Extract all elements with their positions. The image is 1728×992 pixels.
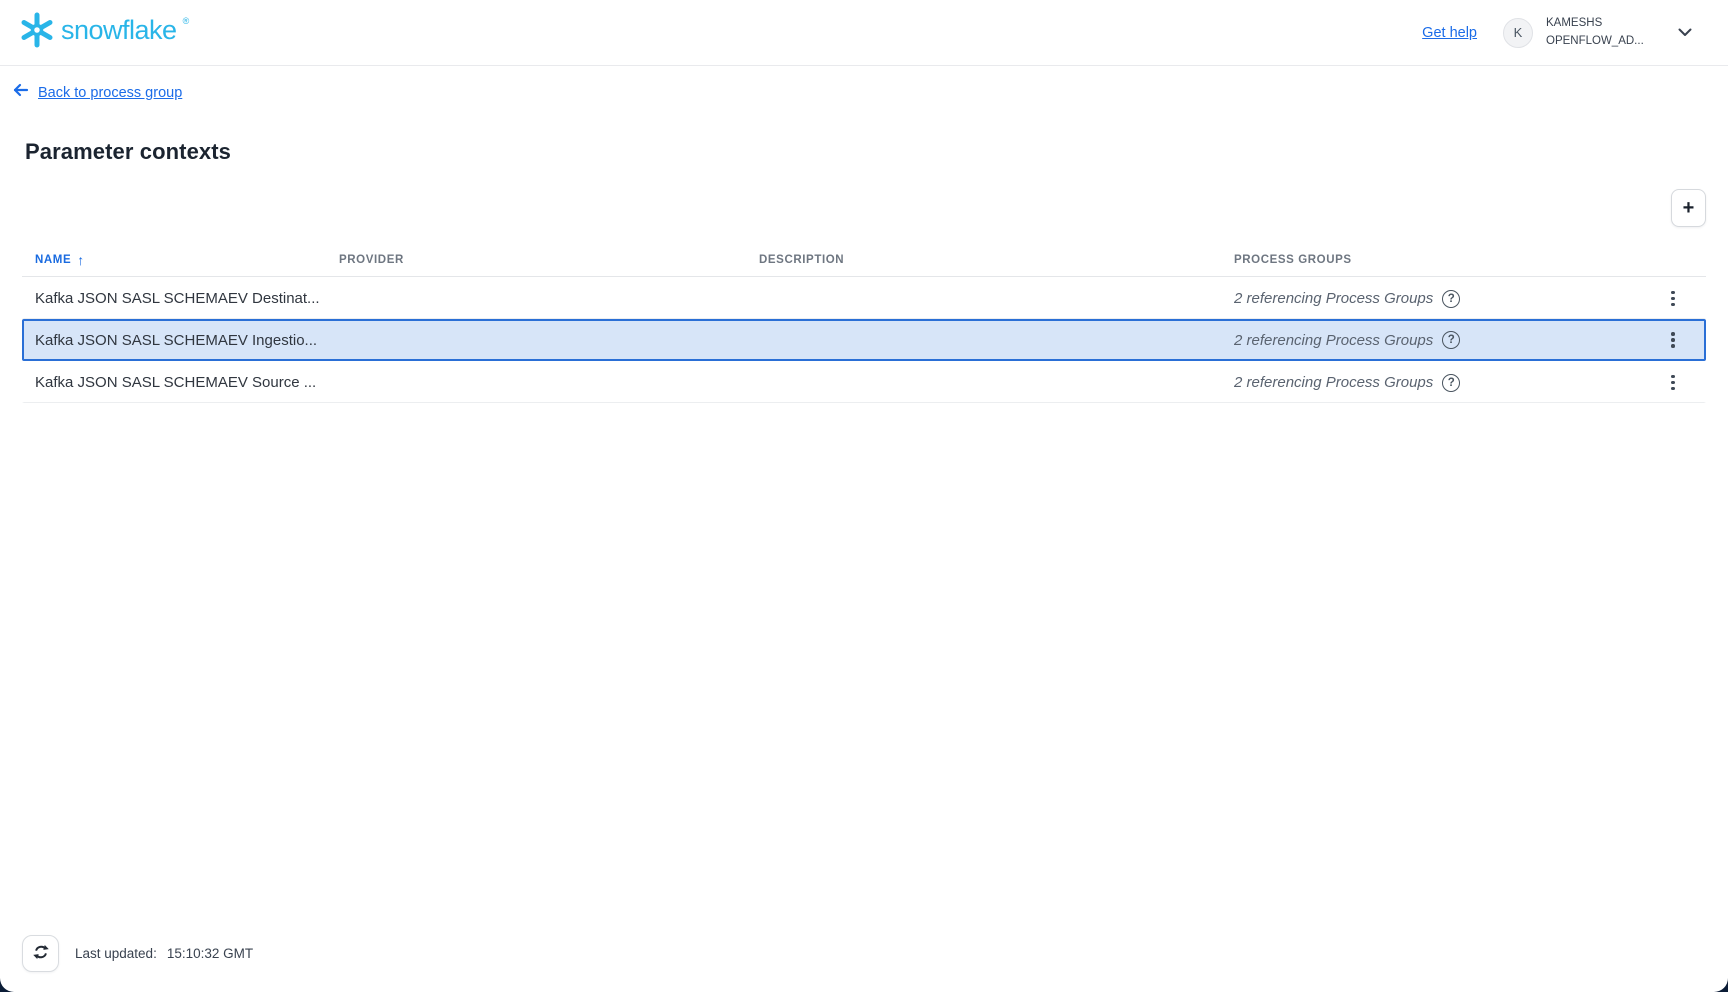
back-arrow-icon[interactable] [12, 83, 29, 102]
row-process-groups: 2 referencing Process Groups ? [1234, 331, 1653, 349]
brand-registered-mark: ® [183, 16, 190, 26]
last-updated-label: Last updated: [75, 946, 157, 961]
refresh-icon [32, 943, 50, 964]
kebab-menu-icon[interactable] [1665, 286, 1681, 312]
back-link[interactable]: Back to process group [38, 85, 182, 101]
column-header-provider[interactable]: PROVIDER [339, 254, 759, 266]
row-process-groups: 2 referencing Process Groups ? [1234, 290, 1653, 308]
app-card: snowflake ® Get help K KAMESHS OPENFLOW_… [0, 0, 1728, 992]
kebab-menu-icon[interactable] [1665, 327, 1681, 353]
top-header: snowflake ® Get help K KAMESHS OPENFLOW_… [0, 0, 1728, 66]
header-right: Get help K KAMESHS OPENFLOW_AD... [1422, 15, 1692, 50]
toolbar: + [22, 189, 1706, 227]
row-name: Kafka JSON SASL SCHEMAEV Source ... [35, 374, 339, 391]
brand: snowflake ® [19, 12, 189, 53]
column-header-description[interactable]: DESCRIPTION [759, 254, 1234, 266]
add-parameter-context-button[interactable]: + [1671, 189, 1706, 227]
plus-icon: + [1683, 197, 1695, 219]
help-icon[interactable]: ? [1442, 374, 1460, 392]
row-name: Kafka JSON SASL SCHEMAEV Ingestio... [35, 332, 339, 349]
row-process-groups: 2 referencing Process Groups ? [1234, 374, 1653, 392]
get-help-link[interactable]: Get help [1422, 25, 1477, 41]
column-header-process-groups[interactable]: PROCESS GROUPS [1234, 254, 1653, 266]
sort-ascending-icon: ↑ [77, 252, 85, 268]
help-icon[interactable]: ? [1442, 290, 1460, 308]
table-row[interactable]: Kafka JSON SASL SCHEMAEV Source ... 2 re… [22, 361, 1706, 403]
parameter-contexts-table: NAME ↑ PROVIDER DESCRIPTION PROCESS GROU… [22, 243, 1706, 403]
refresh-button[interactable] [22, 935, 59, 972]
avatar-initial: K [1514, 25, 1523, 40]
kebab-menu-icon[interactable] [1665, 370, 1681, 396]
back-row: Back to process group [12, 83, 1728, 102]
row-name: Kafka JSON SASL SCHEMAEV Destinat... [35, 290, 339, 307]
user-role: OPENFLOW_AD... [1546, 33, 1658, 50]
help-icon[interactable]: ? [1442, 331, 1460, 349]
user-name: KAMESHS [1546, 15, 1658, 32]
page-title: Parameter contexts [25, 139, 1728, 165]
column-header-name[interactable]: NAME ↑ [35, 252, 339, 268]
table-row-selected[interactable]: Kafka JSON SASL SCHEMAEV Ingestio... 2 r… [22, 319, 1706, 361]
user-menu[interactable]: K KAMESHS OPENFLOW_AD... [1503, 15, 1692, 50]
chevron-down-icon[interactable] [1678, 28, 1692, 37]
status-bar: Last updated: 15:10:32 GMT [22, 935, 253, 972]
table-row[interactable]: Kafka JSON SASL SCHEMAEV Destinat... 2 r… [22, 277, 1706, 319]
avatar: K [1503, 18, 1533, 48]
last-updated-value: 15:10:32 GMT [167, 946, 253, 961]
brand-name: snowflake [61, 12, 177, 48]
table-header-row: NAME ↑ PROVIDER DESCRIPTION PROCESS GROU… [22, 243, 1706, 277]
snowflake-logo-icon [19, 12, 55, 53]
user-name-block: KAMESHS OPENFLOW_AD... [1546, 15, 1658, 50]
